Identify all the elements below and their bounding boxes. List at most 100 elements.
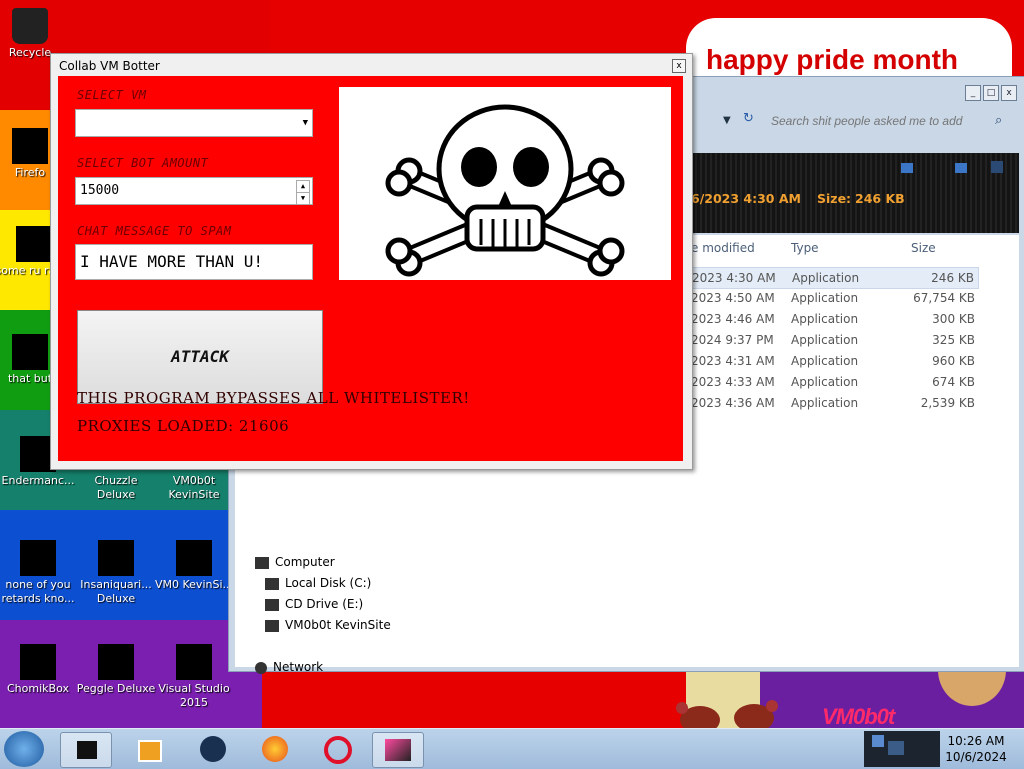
opera-icon — [176, 540, 212, 576]
table-row[interactable]: 2023 4:46 AM Application 300 KB — [685, 309, 985, 329]
nav-local-disk[interactable]: Local Disk (C:) — [265, 576, 371, 590]
bot-amount-label: SELECT BOT AMOUNT — [77, 156, 209, 170]
cd-drive-icon — [265, 598, 279, 611]
nav-network[interactable]: Network — [255, 660, 323, 674]
chicken-icon — [676, 700, 778, 728]
close-button[interactable]: x — [1001, 85, 1017, 101]
row-type: Application — [791, 354, 859, 368]
row-type: Application — [791, 291, 859, 305]
close-button[interactable]: x — [672, 59, 686, 73]
row-type: Application — [792, 271, 860, 285]
row-size: 2,539 KB — [920, 396, 975, 410]
row-size: 960 KB — [932, 354, 975, 368]
clock-time: 10:26 AM — [947, 734, 1005, 748]
taskbar-app-media[interactable] — [124, 732, 174, 766]
taskbar-clock[interactable]: 10:26 AM 10/6/2024 — [938, 733, 1014, 765]
insaniquarium-icon — [98, 540, 134, 576]
taskbar-app-opera[interactable] — [312, 732, 362, 766]
nav-vm0b0t[interactable]: VM0b0t KevinSite — [265, 618, 391, 632]
app-icon — [77, 741, 97, 759]
nav-label: CD Drive (E:) — [285, 597, 364, 611]
chat-message-value: I HAVE MORE THAN U! — [80, 252, 264, 271]
minimize-button[interactable]: _ — [965, 85, 981, 101]
opera-icon — [20, 540, 56, 576]
view-icon[interactable] — [901, 163, 913, 173]
start-button[interactable] — [4, 731, 44, 767]
row-size: 246 KB — [931, 271, 974, 285]
search-icon[interactable]: ⌕ — [995, 113, 1002, 128]
row-type: Application — [791, 312, 859, 326]
drive-icon — [265, 577, 279, 590]
desktop-icon-label: none of you retards kno... — [1, 578, 75, 605]
botter-body: SELECT VM ▼ SELECT BOT AMOUNT 15000 ▲ ▼ … — [58, 76, 683, 461]
desktop-icon-label: Endermanc... — [1, 474, 75, 487]
chat-message-input[interactable]: I HAVE MORE THAN U! — [75, 244, 313, 280]
row-type: Application — [791, 396, 859, 410]
bypass-note: THIS PROGRAM BYPASSES ALL WHITELISTER! — [77, 389, 470, 407]
speaker-tray-icon[interactable] — [888, 741, 904, 755]
desktop-icon-chomikbox[interactable]: ChomikBox — [0, 644, 78, 696]
row-type: Application — [791, 375, 859, 389]
chevron-down-icon[interactable]: ▼ — [303, 110, 308, 136]
firefox-icon — [12, 128, 48, 164]
peggle-icon — [98, 644, 134, 680]
computer-icon — [255, 556, 269, 569]
explorer-icon — [385, 739, 411, 761]
dropdown-arrow-icon[interactable]: ▼ — [723, 115, 731, 126]
visual-studio-icon — [176, 644, 212, 680]
table-row[interactable]: 2023 4:30 AM Application 246 KB — [685, 267, 979, 289]
column-header-type[interactable]: Type — [791, 241, 819, 255]
network-tray-icon[interactable] — [872, 735, 884, 747]
nav-label: Computer — [275, 555, 335, 569]
row-date: 2024 9:37 PM — [691, 333, 774, 347]
row-size: 325 KB — [932, 333, 975, 347]
desktop-icon-none-of-you[interactable]: none of you retards kno... — [0, 540, 78, 606]
chat-message-label: CHAT MESSAGE TO SPAM — [77, 224, 232, 238]
nav-label: Local Disk (C:) — [285, 576, 372, 590]
desktop-icon-vm0-kevinsite[interactable]: VM0 KevinSi... — [154, 540, 234, 592]
column-header-modified[interactable]: e modified — [691, 241, 755, 255]
network-drive-icon — [265, 619, 279, 632]
nav-computer[interactable]: Computer — [255, 555, 335, 569]
table-row[interactable]: 2024 9:37 PM Application 325 KB — [685, 330, 985, 350]
preview-icon[interactable] — [955, 163, 967, 173]
refresh-icon[interactable]: ↻ — [743, 111, 754, 126]
vm-select[interactable]: ▼ — [75, 109, 313, 137]
desktop-icon-label: Insaniquari... Deluxe — [80, 578, 152, 605]
opera-icon — [324, 736, 352, 764]
row-date: 2023 4:30 AM — [692, 271, 776, 285]
desktop-icon-visual-studio[interactable]: Visual Studio 2015 — [154, 644, 234, 710]
search-input[interactable] — [769, 109, 1019, 133]
table-row[interactable]: 2023 4:36 AM Application 2,539 KB — [685, 393, 985, 413]
table-row[interactable]: 2023 4:33 AM Application 674 KB — [685, 372, 985, 392]
help-icon[interactable] — [991, 161, 1003, 173]
nav-label: VM0b0t KevinSite — [285, 618, 391, 632]
nav-label: Network — [273, 660, 324, 674]
column-header-size[interactable]: Size — [911, 241, 936, 255]
table-row[interactable]: 2023 4:50 AM Application 67,754 KB — [685, 288, 985, 308]
taskbar-app-botter[interactable] — [60, 732, 112, 768]
maximize-button[interactable]: □ — [983, 85, 999, 101]
vmbot-logo-text: VM0b0t — [822, 704, 895, 728]
row-size: 674 KB — [932, 375, 975, 389]
desktop-icon-peggle[interactable]: Peggle Deluxe — [76, 644, 156, 696]
taskbar-app-explorer[interactable] — [372, 732, 424, 768]
row-date: 2023 4:46 AM — [691, 312, 775, 326]
desktop-icon-label: Visual Studio 2015 — [158, 682, 230, 709]
explorer-title-buttons: _ □ x — [965, 85, 1017, 101]
media-player-icon — [138, 740, 162, 762]
row-size: 300 KB — [932, 312, 975, 326]
nav-cd-drive[interactable]: CD Drive (E:) — [265, 597, 363, 611]
bot-amount-stepper[interactable]: 15000 ▲ ▼ — [75, 177, 313, 205]
botter-window[interactable]: Collab VM Botter x SELECT VM ▼ SELECT BO… — [50, 53, 693, 470]
select-vm-label: SELECT VM — [77, 88, 147, 102]
desktop-icon-insaniquarium[interactable]: Insaniquari... Deluxe — [76, 540, 156, 606]
network-icon — [255, 661, 267, 674]
taskbar-app-globe[interactable] — [188, 732, 238, 766]
desktop-icon-label: ChomikBox — [7, 682, 69, 695]
window-title: Collab VM Botter — [59, 59, 160, 73]
taskbar-app-firefox[interactable] — [250, 732, 300, 766]
table-row[interactable]: 2023 4:31 AM Application 960 KB — [685, 351, 985, 371]
stepper-down-icon[interactable]: ▼ — [296, 192, 310, 205]
row-size: 67,754 KB — [913, 291, 975, 305]
